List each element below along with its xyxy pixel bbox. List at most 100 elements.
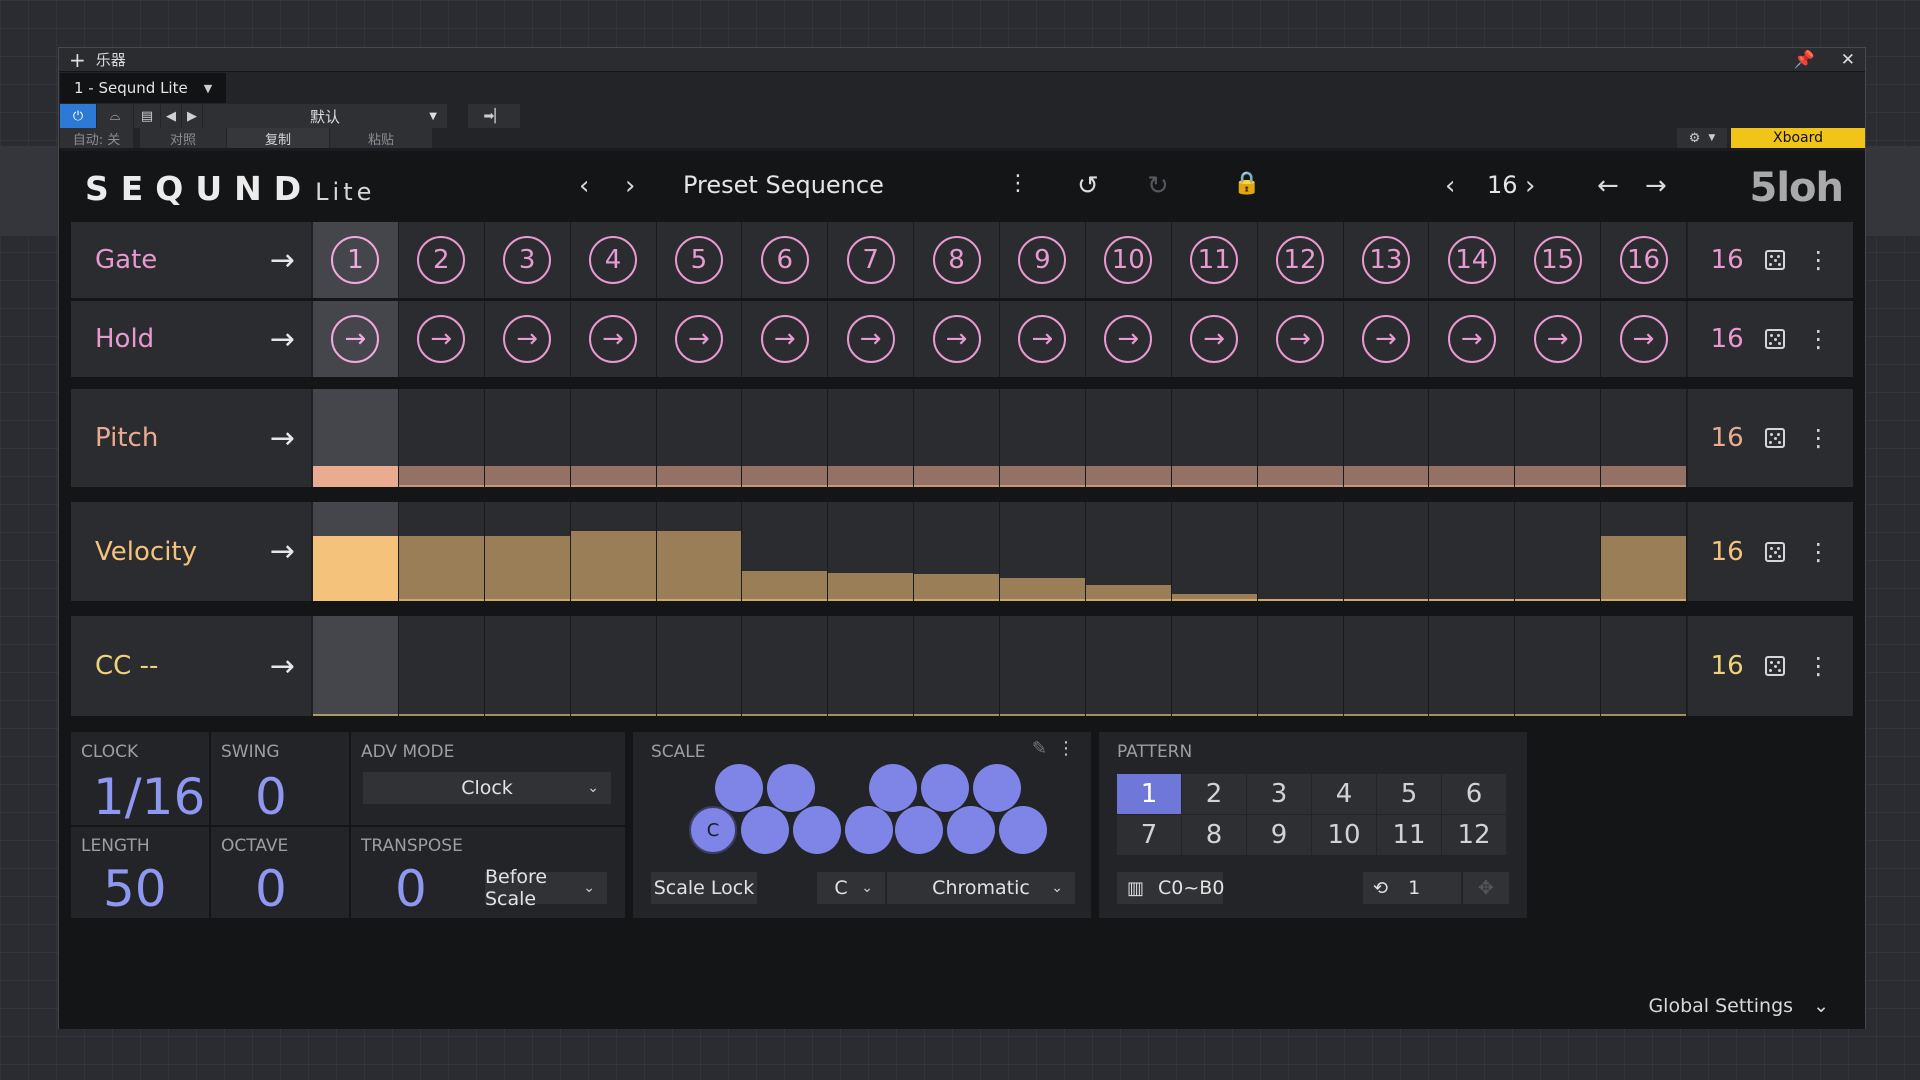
hold-step-5[interactable]: →: [656, 301, 743, 377]
hold-step-13[interactable]: →: [1343, 301, 1430, 377]
adv-mode-dropdown[interactable]: Clock ⌄: [363, 772, 611, 804]
velocity-step-4[interactable]: [570, 502, 657, 601]
scale-note-dot[interactable]: [793, 806, 841, 854]
cc-lane-arrow-icon[interactable]: →: [270, 649, 295, 684]
route-arrow-icon[interactable]: ➡▏: [468, 104, 520, 128]
global-settings-button[interactable]: Global Settings ⌄: [1648, 995, 1829, 1017]
cc-step-12[interactable]: [1257, 616, 1344, 716]
note-range-button[interactable]: ▥ C0~B0: [1117, 872, 1224, 904]
pattern-slot-7[interactable]: 7: [1117, 815, 1181, 855]
gate-step-7[interactable]: 7: [828, 222, 915, 298]
scale-note-dot[interactable]: [869, 764, 917, 812]
pitch-step-9[interactable]: [1000, 389, 1086, 487]
pattern-slot-9[interactable]: 9: [1247, 815, 1311, 855]
redo-icon[interactable]: ↻: [1147, 171, 1169, 201]
step-count-decrease-icon[interactable]: ‹: [1445, 171, 1455, 201]
cc-step-13[interactable]: [1343, 616, 1430, 716]
pattern-slot-3[interactable]: 3: [1247, 774, 1311, 814]
next-preset-icon[interactable]: ▶: [182, 104, 202, 128]
cc-step-6[interactable]: [742, 616, 829, 716]
preset-name[interactable]: Preset Sequence: [683, 171, 884, 199]
more-icon[interactable]: ⋮: [1057, 738, 1075, 759]
xboard-button[interactable]: Xboard: [1731, 128, 1865, 148]
velocity-step-6[interactable]: [742, 502, 829, 601]
pitch-step-7[interactable]: [828, 389, 915, 487]
hold-step-14[interactable]: →: [1429, 301, 1516, 377]
gate-step-1[interactable]: 1: [313, 222, 399, 298]
cc-step-14[interactable]: [1429, 616, 1516, 716]
prev-preset-icon[interactable]: ◀: [161, 104, 181, 128]
cc-step-16[interactable]: [1601, 616, 1687, 716]
preset-menu-icon[interactable]: ▤: [134, 104, 160, 128]
power-button[interactable]: ⏻: [60, 104, 96, 128]
cc-step-7[interactable]: [828, 616, 915, 716]
velocity-step-13[interactable]: [1343, 502, 1430, 601]
pattern-slot-5[interactable]: 5: [1377, 774, 1441, 814]
hold-step-7[interactable]: →: [828, 301, 915, 377]
velocity-step-2[interactable]: [398, 502, 485, 601]
pattern-slot-4[interactable]: 4: [1312, 774, 1376, 814]
more-icon[interactable]: ⋮: [1806, 424, 1830, 452]
cc-step-4[interactable]: [570, 616, 657, 716]
dice-icon[interactable]: [1765, 428, 1786, 448]
gate-lane-arrow-icon[interactable]: →: [270, 243, 295, 278]
scale-note-dot[interactable]: [741, 806, 789, 854]
velocity-step-8[interactable]: [914, 502, 1000, 601]
hold-step-11[interactable]: →: [1171, 301, 1258, 377]
velocity-step-7[interactable]: [828, 502, 915, 601]
dice-icon[interactable]: [1765, 250, 1786, 270]
velocity-step-11[interactable]: [1171, 502, 1258, 601]
gate-step-16[interactable]: 16: [1601, 222, 1687, 298]
scale-note-dot[interactable]: [973, 764, 1021, 812]
gate-lane-length[interactable]: 16: [1711, 245, 1744, 275]
gate-step-13[interactable]: 13: [1343, 222, 1430, 298]
velocity-step-3[interactable]: [484, 502, 571, 601]
pitch-step-16[interactable]: [1601, 389, 1687, 487]
transpose-value[interactable]: 0: [395, 860, 427, 918]
gate-step-6[interactable]: 6: [742, 222, 829, 298]
gate-step-2[interactable]: 2: [398, 222, 485, 298]
scale-note-dot[interactable]: [845, 806, 893, 854]
gate-step-11[interactable]: 11: [1171, 222, 1258, 298]
hold-step-9[interactable]: →: [1000, 301, 1086, 377]
prev-preset-chevron-icon[interactable]: ‹: [579, 171, 589, 201]
pin-icon[interactable]: 📌: [1794, 50, 1815, 70]
velocity-lane-length[interactable]: 16: [1711, 537, 1744, 567]
cc-step-9[interactable]: [1000, 616, 1086, 716]
gate-step-9[interactable]: 9: [1000, 222, 1086, 298]
pitch-step-8[interactable]: [914, 389, 1000, 487]
length-value[interactable]: 50: [103, 860, 167, 918]
hold-step-3[interactable]: →: [484, 301, 571, 377]
move-icon[interactable]: ✥: [1463, 872, 1509, 904]
more-icon[interactable]: ⋮: [1806, 652, 1830, 680]
hold-step-2[interactable]: →: [398, 301, 485, 377]
pitch-step-6[interactable]: [742, 389, 829, 487]
pattern-slot-2[interactable]: 2: [1182, 774, 1246, 814]
velocity-step-1[interactable]: [313, 502, 399, 601]
auto-off-button[interactable]: 自动: 关: [60, 128, 133, 148]
scale-note-dot[interactable]: [715, 764, 763, 812]
gate-step-4[interactable]: 4: [570, 222, 657, 298]
gate-step-14[interactable]: 14: [1429, 222, 1516, 298]
cc-step-1[interactable]: [313, 616, 399, 716]
pitch-step-10[interactable]: [1085, 389, 1172, 487]
swing-value[interactable]: 0: [255, 768, 287, 826]
cc-step-8[interactable]: [914, 616, 1000, 716]
clock-value[interactable]: 1/16: [93, 768, 205, 826]
shift-left-arrow-icon[interactable]: ←: [1597, 171, 1619, 201]
more-icon[interactable]: ⋮: [1806, 538, 1830, 566]
repeat-count-field[interactable]: ⟲ 1: [1363, 872, 1461, 904]
pitch-step-2[interactable]: [398, 389, 485, 487]
close-icon[interactable]: ✕: [1841, 50, 1855, 70]
scale-root-dot[interactable]: C: [689, 806, 737, 854]
hold-step-16[interactable]: →: [1601, 301, 1687, 377]
velocity-step-9[interactable]: [1000, 502, 1086, 601]
dice-icon[interactable]: [1765, 541, 1786, 562]
dice-icon[interactable]: [1765, 329, 1786, 349]
pattern-slot-8[interactable]: 8: [1182, 815, 1246, 855]
velocity-step-12[interactable]: [1257, 502, 1344, 601]
gate-step-15[interactable]: 15: [1515, 222, 1602, 298]
pitch-step-1[interactable]: [313, 389, 399, 487]
pattern-slot-12[interactable]: 12: [1442, 815, 1506, 855]
pattern-slot-10[interactable]: 10: [1312, 815, 1376, 855]
